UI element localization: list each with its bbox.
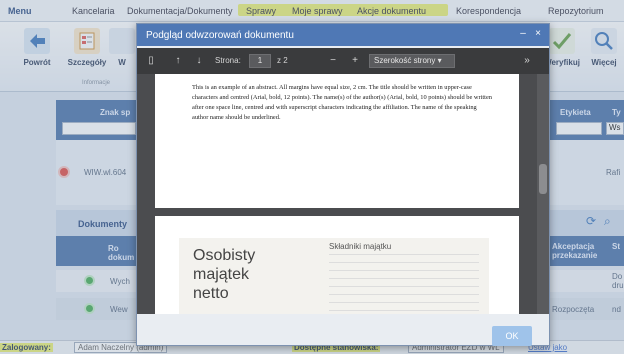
divider — [329, 302, 479, 303]
page-label: Strona: — [215, 56, 241, 65]
abstract-text: This is an example of an abstract. All m… — [192, 84, 492, 121]
page-down-icon[interactable]: ↓ — [193, 55, 205, 67]
pdf-scrollbar[interactable] — [537, 74, 549, 314]
page-number-input[interactable]: 1 — [249, 54, 271, 68]
assets-table-title: Składniki majątku — [329, 242, 392, 251]
zoom-out-icon[interactable]: − — [327, 55, 339, 67]
divider — [329, 270, 479, 271]
close-button[interactable]: × — [532, 28, 544, 40]
divider — [329, 294, 479, 295]
page-total: z 2 — [277, 56, 288, 65]
zoom-in-icon[interactable]: + — [349, 55, 361, 67]
zoom-select[interactable]: Szerokość strony ▾ — [369, 54, 455, 68]
page-2-title-line: Osobisty — [193, 247, 256, 264]
page-2-title-line: majątek — [193, 266, 250, 283]
divider — [329, 310, 479, 311]
dialog-titlebar: Podgląd odwzorowań dokumentu – × — [137, 24, 549, 46]
ok-button[interactable]: OK — [492, 326, 532, 346]
divider — [329, 262, 479, 263]
pdf-page-2: Osobisty majątek netto Składniki majątku — [155, 216, 519, 314]
divider — [329, 254, 479, 255]
page-up-icon[interactable]: ↑ — [172, 55, 184, 67]
pdf-scroll-thumb[interactable] — [539, 164, 547, 194]
minimize-button[interactable]: – — [517, 28, 529, 40]
divider — [329, 278, 479, 279]
page-2-title: Osobisty majątek netto — [193, 246, 255, 303]
page-2-content: Osobisty majątek netto Składniki majątku — [179, 238, 489, 314]
dialog-title: Podgląd odwzorowań dokumentu — [146, 30, 294, 41]
zoom-select-value: Szerokość strony — [374, 56, 436, 65]
pdf-toolbar: ▯ ↑ ↓ Strona: 1 z 2 − + Szerokość strony… — [137, 48, 549, 74]
sidebar-toggle-icon[interactable]: ▯ — [145, 55, 157, 67]
more-tools-icon[interactable]: » — [521, 55, 533, 67]
document-preview-dialog: Podgląd odwzorowań dokumentu – × ▯ ↑ ↓ S… — [136, 23, 550, 346]
pdf-page-1: This is an example of an abstract. All m… — [155, 74, 519, 208]
page-2-title-line: netto — [193, 285, 229, 302]
divider — [329, 286, 479, 287]
pdf-viewport[interactable]: This is an example of an abstract. All m… — [137, 74, 537, 314]
